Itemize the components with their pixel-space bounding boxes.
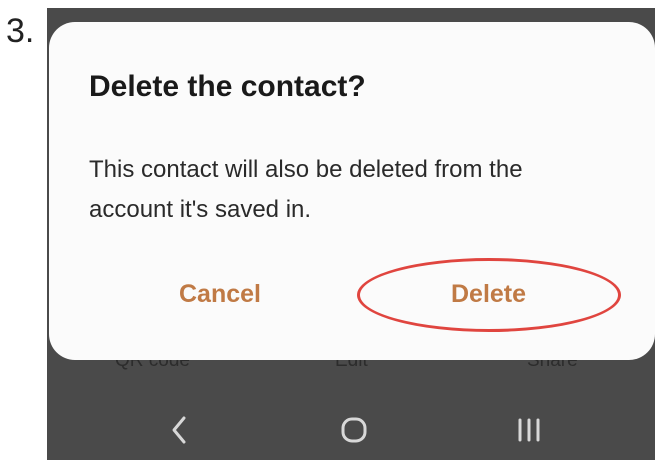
back-icon [172,416,186,444]
cancel-button[interactable]: Cancel [179,280,261,309]
recents-icon [518,418,540,442]
navigation-bar [47,396,655,460]
delete-button[interactable]: Delete [451,280,526,309]
dialog-message: This contact will also be deleted from t… [89,156,523,223]
delete-contact-dialog: Delete the contact? This contact will al… [49,22,655,360]
recents-button[interactable] [507,408,551,452]
dialog-title: Delete the contact? [89,70,366,103]
back-button[interactable] [157,408,201,452]
home-icon [341,417,367,443]
step-number: 3. [6,12,35,50]
home-button[interactable] [332,408,376,452]
page: 3. QR code Edit Share Delete the contact… [0,0,655,460]
